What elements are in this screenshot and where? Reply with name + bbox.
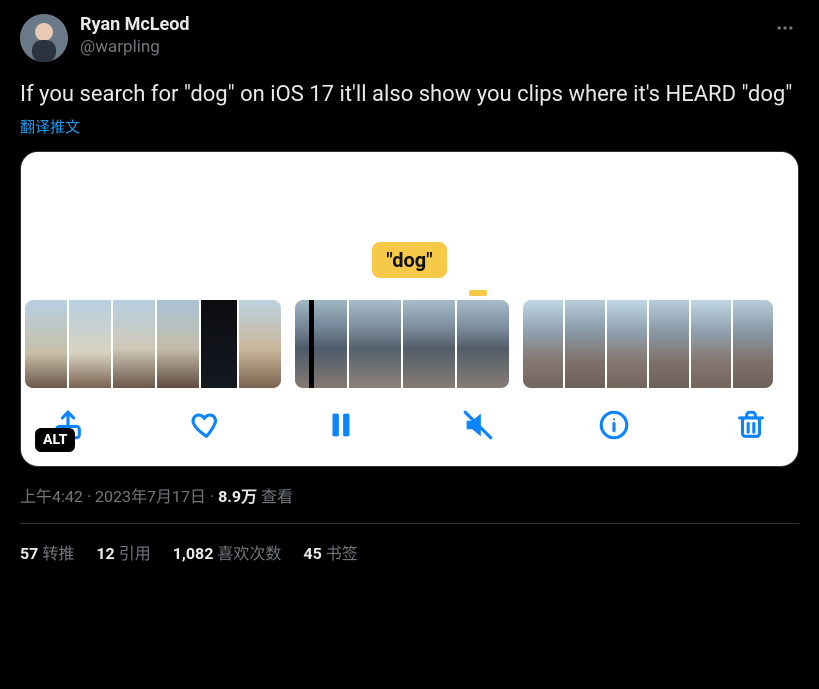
display-name: Ryan McLeod bbox=[80, 14, 190, 37]
mute-icon bbox=[461, 408, 495, 442]
meta-row: 上午4:42 · 2023年7月17日 · 8.9万 查看 bbox=[20, 483, 799, 507]
likes[interactable]: 1,082喜欢次数 bbox=[173, 540, 282, 564]
quotes[interactable]: 12引用 bbox=[96, 540, 150, 564]
like-button[interactable] bbox=[188, 408, 222, 442]
retweets[interactable]: 57转推 bbox=[20, 540, 74, 564]
clip-thumbnail[interactable] bbox=[295, 300, 509, 388]
playhead-marker bbox=[21, 282, 798, 300]
tweet-text: If you search for "dog" on iOS 17 it'll … bbox=[20, 80, 799, 110]
translate-link[interactable]: 翻译推文 bbox=[20, 116, 799, 137]
heart-icon bbox=[188, 408, 222, 442]
tweet-date[interactable]: 2023年7月17日 bbox=[95, 487, 206, 506]
pause-icon bbox=[324, 408, 358, 442]
search-term-tag: "dog" bbox=[372, 242, 446, 278]
more-icon bbox=[775, 18, 795, 38]
more-button[interactable] bbox=[771, 14, 799, 42]
delete-button[interactable] bbox=[734, 408, 768, 442]
avatar[interactable] bbox=[20, 14, 68, 62]
clip-thumbnail[interactable] bbox=[25, 300, 281, 388]
clip-thumbnail[interactable] bbox=[523, 300, 773, 388]
views-count: 8.9万 bbox=[218, 487, 257, 506]
playhead[interactable] bbox=[309, 300, 314, 388]
media-top-spacer bbox=[21, 152, 798, 242]
tweet-header: Ryan McLeod @warpling bbox=[20, 14, 799, 62]
alt-badge[interactable]: ALT bbox=[35, 428, 75, 452]
media-toolbar bbox=[21, 388, 798, 466]
handle: @warpling bbox=[80, 37, 190, 58]
views-label: 查看 bbox=[257, 487, 293, 506]
tweet-container: Ryan McLeod @warpling If you search for … bbox=[0, 0, 819, 564]
trash-icon bbox=[734, 408, 768, 442]
filmstrip[interactable] bbox=[21, 300, 798, 388]
stats-row: 57转推 12引用 1,082喜欢次数 45书签 bbox=[20, 524, 799, 564]
pause-button[interactable] bbox=[324, 408, 358, 442]
tag-row: "dog" bbox=[21, 242, 798, 278]
tweet-time[interactable]: 上午4:42 bbox=[20, 487, 83, 506]
mute-button[interactable] bbox=[461, 408, 495, 442]
info-icon bbox=[597, 408, 631, 442]
media-card[interactable]: "dog" bbox=[20, 151, 799, 467]
author-names[interactable]: Ryan McLeod @warpling bbox=[80, 14, 190, 58]
bookmarks[interactable]: 45书签 bbox=[303, 540, 357, 564]
info-button[interactable] bbox=[597, 408, 631, 442]
